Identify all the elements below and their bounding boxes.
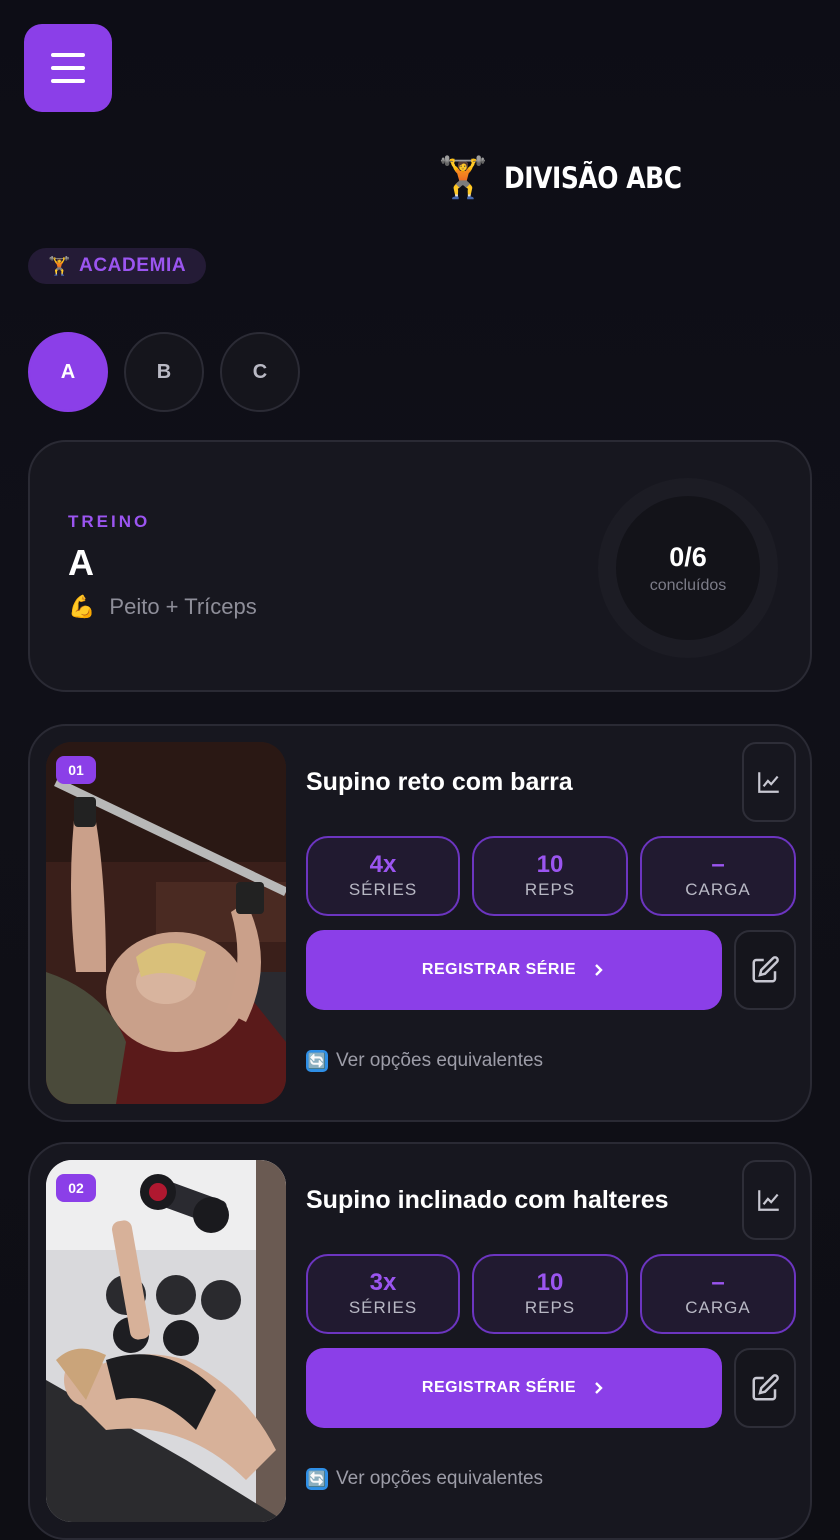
sets-value: 4x [369,851,397,879]
tab-a[interactable]: A [28,332,108,412]
page-header: 🏋️ DIVISÃO ABC [438,154,710,202]
equivalent-options-link[interactable]: 🔄 Ver opções equivalentes [306,1050,543,1072]
history-chart-button[interactable] [742,742,796,822]
badge-label: ACADEMIA [79,255,187,276]
menu-button[interactable] [24,24,112,112]
register-set-button[interactable]: REGISTRAR SÉRIE [306,1348,722,1428]
exercise-number: 01 [56,756,96,784]
summary-label: TREINO [68,512,151,531]
exercise-number: 02 [56,1174,96,1202]
load-label: CARGA [685,879,751,899]
chevron-right-icon [595,964,603,976]
flexed-biceps-icon: 💪 [68,594,96,619]
line-chart-icon [758,772,779,793]
menu-icon-bar [51,79,85,83]
category-badge: 🏋️ ACADEMIA [28,248,206,284]
sets-value: 3x [369,1269,397,1297]
tab-b[interactable]: B [124,332,204,412]
exercise-photo [46,1160,286,1522]
reps-value: 10 [536,1269,564,1297]
sets-label: SÉRIES [348,1297,418,1317]
history-chart-button[interactable] [742,1160,796,1240]
reps-label: REPS [524,1297,576,1317]
progress-ring: 0/6 concluídos [598,478,778,658]
exercise-card: 01 Supino reto com barra 4x SÉRIES 10 RE… [28,724,812,1122]
reps-stat: 10 REPS [472,1254,628,1334]
exercise-photo [46,742,286,1104]
completed-label: concluídos [649,576,727,594]
reps-stat: 10 REPS [472,836,628,916]
reps-value: 10 [536,851,564,879]
completed-count: 0/6 [669,541,707,572]
tab-c[interactable]: C [220,332,300,412]
edit-icon [752,956,779,983]
weightlifter-icon: 🏋️ [438,156,488,200]
equivalent-options-link[interactable]: 🔄 Ver opções equivalentes [306,1468,543,1490]
workout-tabs: A B C [28,332,300,412]
load-stat: – CARGA [640,1254,796,1334]
load-value: – [711,1269,725,1297]
edit-icon [752,1374,779,1401]
exercise-name: Supino inclinado com halteres [306,1186,669,1214]
equivalent-options-label: Ver opções equivalentes [336,1468,544,1489]
edit-button[interactable] [734,930,796,1010]
page-title: DIVISÃO ABC [503,161,682,195]
load-label: CARGA [685,1297,751,1317]
exercise-card: 02 Supino inclinado com halteres 3x SÉRI… [28,1142,812,1540]
exercise-name: Supino reto com barra [306,768,573,796]
incline-dumbbell-press-photo [46,1160,286,1522]
workout-letter: A [68,542,94,583]
load-value: – [711,851,725,879]
weightlifter-icon: 🏋️ [48,255,72,276]
sets-stat: 3x SÉRIES [306,1254,460,1334]
register-set-button[interactable]: REGISTRAR SÉRIE [306,930,722,1010]
workout-summary-card: TREINO A 💪 Peito + Tríceps 0/6 concluído… [28,440,812,692]
line-chart-icon [758,1190,779,1211]
bench-press-photo [46,742,286,1104]
menu-icon-bar [51,66,85,70]
sets-stat: 4x SÉRIES [306,836,460,916]
edit-button[interactable] [734,1348,796,1428]
refresh-icon: 🔄 [306,1468,328,1490]
reps-label: REPS [524,879,576,899]
sets-label: SÉRIES [348,879,418,899]
register-set-label: REGISTRAR SÉRIE [421,961,577,978]
refresh-icon: 🔄 [306,1050,328,1072]
menu-icon-bar [51,53,85,57]
equivalent-options-label: Ver opções equivalentes [336,1050,544,1071]
chevron-right-icon [595,1382,603,1394]
load-stat: – CARGA [640,836,796,916]
register-set-label: REGISTRAR SÉRIE [421,1379,577,1396]
workout-subtitle: 💪 Peito + Tríceps [68,594,257,620]
muscle-groups: Peito + Tríceps [109,594,257,619]
